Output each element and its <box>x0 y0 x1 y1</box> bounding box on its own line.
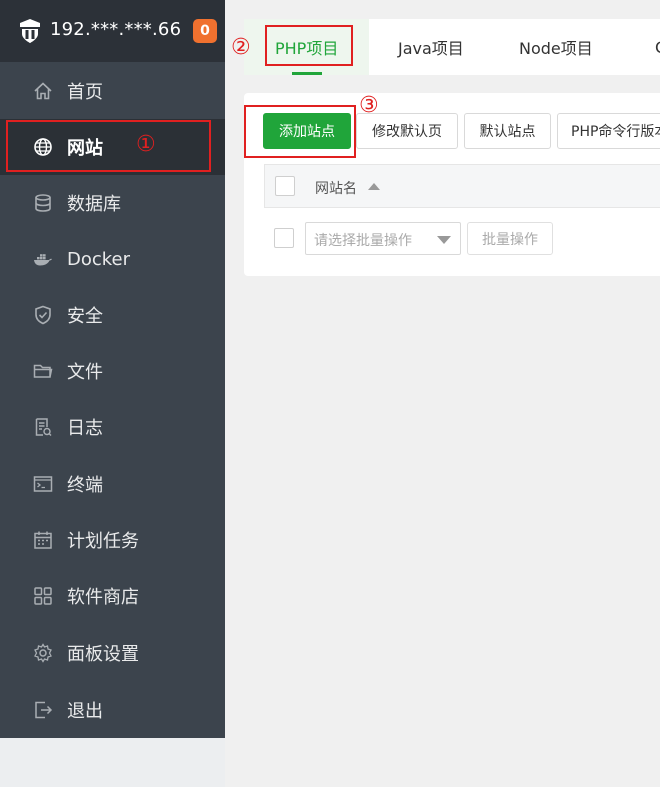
sidebar-item-label: 数据库 <box>67 194 121 215</box>
edit-default-page-button[interactable]: 修改默认页 <box>356 113 458 149</box>
php-cli-version-button[interactable]: PHP命令行版本 <box>557 113 660 149</box>
sidebar-item-database[interactable]: 数据库 <box>0 175 225 231</box>
chevron-down-icon <box>437 236 451 244</box>
server-host: 192.***.***.66 <box>50 19 182 40</box>
annotation-box-3 <box>244 105 356 158</box>
annotation-box-2 <box>265 25 353 66</box>
shield-icon <box>35 305 51 325</box>
annotation-box-1 <box>6 120 211 172</box>
database-icon <box>35 194 51 212</box>
tab-label: Java项目 <box>398 39 464 58</box>
logo-icon <box>20 19 40 43</box>
column-header-site-name[interactable]: 网站名 <box>315 178 357 198</box>
tab-active-indicator <box>292 72 322 75</box>
sidebar-item-app-store[interactable]: 软件商店 <box>0 568 225 624</box>
sidebar-item-files[interactable]: 文件 <box>0 343 225 399</box>
sidebar-item-home[interactable]: 首页 <box>0 63 225 119</box>
annotation-number-2: ② <box>231 35 251 60</box>
table-header: 网站名 <box>264 164 660 208</box>
main-content: PHP项目 Java项目 Node项目 C ② 添加站点 修改默认页 默认站点 … <box>225 0 660 787</box>
sidebar-item-label: 终端 <box>67 475 103 496</box>
sidebar-item-label: 文件 <box>67 362 103 383</box>
sidebar-item-logs[interactable]: 日志 <box>0 399 225 455</box>
tab-java-project[interactable]: Java项目 <box>369 19 494 75</box>
tab-other-project[interactable]: C <box>619 19 660 75</box>
home-icon <box>34 82 52 100</box>
calendar-icon <box>34 531 52 549</box>
logout-icon <box>35 701 53 719</box>
docker-icon <box>34 254 52 266</box>
apps-icon <box>34 587 52 605</box>
sidebar: 192.***.***.66 0 首页 网站 数据库 Docker 安全 文件 <box>0 0 225 787</box>
batch-select-checkbox[interactable] <box>274 228 294 248</box>
sidebar-item-label: 面板设置 <box>67 644 139 665</box>
sidebar-item-label: 计划任务 <box>67 531 139 552</box>
folder-icon <box>33 364 53 378</box>
sidebar-item-label: 退出 <box>67 701 103 722</box>
notification-badge[interactable]: 0 <box>193 19 217 43</box>
sidebar-item-label: 日志 <box>67 418 103 439</box>
sidebar-item-label: Docker <box>67 248 131 270</box>
sidebar-item-logout[interactable]: 退出 <box>0 682 225 738</box>
sidebar-item-terminal[interactable]: 终端 <box>0 456 225 512</box>
sort-ascending-icon[interactable] <box>368 183 380 190</box>
default-site-button[interactable]: 默认站点 <box>464 113 551 149</box>
terminal-icon <box>33 476 53 492</box>
sidebar-item-label: 安全 <box>67 306 103 327</box>
batch-operation-button[interactable]: 批量操作 <box>467 222 553 255</box>
sidebar-item-security[interactable]: 安全 <box>0 287 225 343</box>
sidebar-item-panel-settings[interactable]: 面板设置 <box>0 625 225 681</box>
sidebar-item-label: 软件商店 <box>67 587 139 608</box>
gear-icon <box>34 643 52 663</box>
sidebar-item-docker[interactable]: Docker <box>0 231 225 287</box>
tab-label: Node项目 <box>519 39 593 58</box>
tab-node-project[interactable]: Node项目 <box>494 19 619 75</box>
select-all-checkbox[interactable] <box>275 176 295 196</box>
sidebar-header: 192.***.***.66 0 <box>0 0 225 62</box>
log-icon <box>35 418 52 436</box>
sidebar-item-cron[interactable]: 计划任务 <box>0 512 225 568</box>
annotation-number-1: ① <box>136 132 156 157</box>
batch-operation-select[interactable]: 请选择批量操作 <box>305 222 461 255</box>
tab-label: C <box>655 38 660 57</box>
batch-operation-placeholder: 请选择批量操作 <box>314 233 412 249</box>
annotation-number-3: ③ <box>359 93 379 118</box>
sidebar-menu: 192.***.***.66 0 首页 网站 数据库 Docker 安全 文件 <box>0 0 225 738</box>
sidebar-item-label: 首页 <box>67 82 103 103</box>
